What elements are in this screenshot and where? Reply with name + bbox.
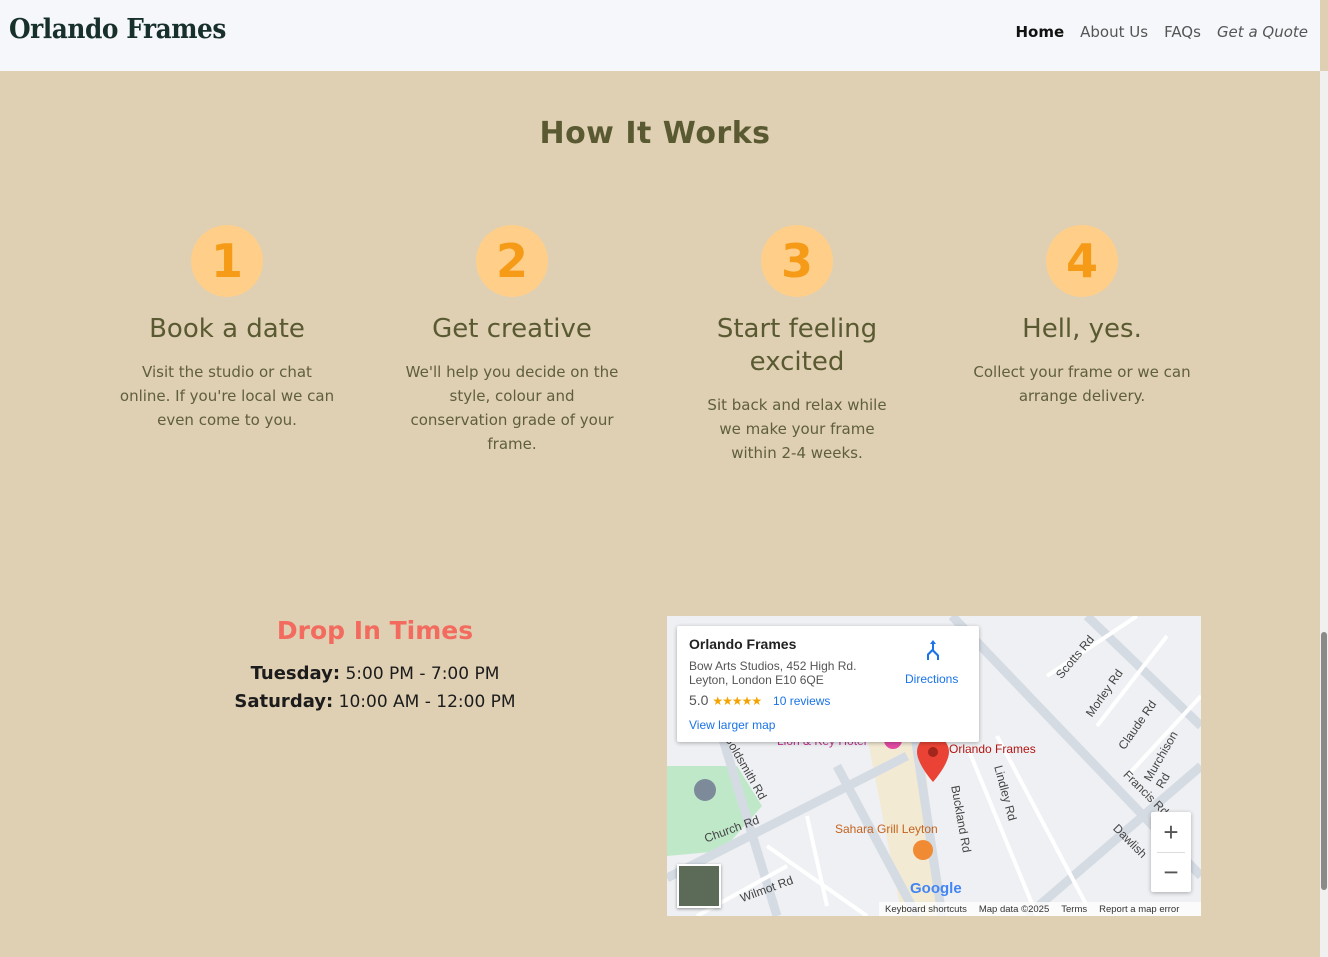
google-logo: Google — [910, 880, 962, 897]
zoom-out-button[interactable]: − — [1151, 852, 1191, 892]
map-label-pin[interactable]: Orlando Frames — [949, 742, 1036, 756]
step-text: Visit the studio or chat online. If you'… — [119, 363, 335, 429]
address-line-2: Leyton, London E10 6QE — [689, 673, 824, 687]
zoom-in-button[interactable]: + — [1151, 812, 1191, 852]
drop-in-row-saturday: Saturday: 10:00 AM - 12:00 PM — [200, 688, 550, 716]
drop-in-time: 10:00 AM - 12:00 PM — [338, 692, 516, 712]
site-logo[interactable]: Orlando Frames — [9, 14, 226, 45]
zoom-divider — [1157, 852, 1185, 853]
scrollbar-thumb[interactable] — [1321, 632, 1327, 890]
embedded-map[interactable]: Orlando Frames Sahara Grill Leyton Lion … — [667, 616, 1201, 916]
step-number-badge: 1 — [191, 225, 263, 297]
step-text: We'll help you decide on the style, colo… — [405, 363, 619, 453]
rating-stars-icon: ★★★★★ — [712, 694, 762, 708]
rating-value: 5.0 — [689, 692, 709, 708]
report-map-error-link[interactable]: Report a map error — [1099, 904, 1179, 915]
step-heading: Get creative — [432, 314, 592, 344]
map-zoom-control: + − — [1151, 812, 1191, 892]
step-heading: Book a date — [149, 314, 305, 344]
main-nav: Home About Us FAQs Get a Quote — [999, 23, 1308, 41]
drop-in-day: Tuesday: — [250, 663, 341, 684]
how-it-works-title: How It Works — [539, 116, 771, 151]
site-header: Orlando Frames Home About Us FAQs Get a … — [0, 0, 1320, 71]
satellite-view-toggle[interactable] — [677, 864, 721, 908]
step-2: 2 Get creative We'll help you decide on … — [392, 225, 632, 456]
step-3: 3 Start feeling excited Sit back and rel… — [677, 225, 917, 465]
place-address: Bow Arts Studios, 452 High Rd. Leyton, L… — [689, 659, 889, 687]
drop-in-times-list: Tuesday: 5:00 PM - 7:00 PM Saturday: 10:… — [200, 660, 550, 716]
step-number-badge: 4 — [1046, 225, 1118, 297]
drop-in-row-tuesday: Tuesday: 5:00 PM - 7:00 PM — [200, 660, 550, 688]
nav-get-a-quote[interactable]: Get a Quote — [1217, 23, 1308, 41]
view-larger-map-link[interactable]: View larger map — [689, 718, 775, 732]
address-line-1: Bow Arts Studios, 452 High Rd. — [689, 659, 857, 673]
step-number-badge: 2 — [476, 225, 548, 297]
map-footer: Keyboard shortcuts Map data ©2025 Terms … — [879, 902, 1201, 916]
step-number-badge: 3 — [761, 225, 833, 297]
step-text: Sit back and relax while we make your fr… — [707, 396, 887, 462]
terms-link[interactable]: Terms — [1061, 904, 1087, 915]
directions-link[interactable]: Directions — [905, 672, 958, 686]
directions-icon[interactable] — [921, 638, 945, 662]
drop-in-day: Saturday: — [234, 691, 334, 712]
place-info-card: Orlando Frames Bow Arts Studios, 452 Hig… — [677, 626, 979, 742]
nav-home[interactable]: Home — [1015, 23, 1064, 41]
drop-in-time: 5:00 PM - 7:00 PM — [345, 664, 500, 684]
place-name: Orlando Frames — [689, 636, 797, 652]
step-heading: Hell, yes. — [1022, 314, 1142, 344]
step-4: 4 Hell, yes. Collect your frame or we ca… — [962, 225, 1202, 408]
nav-faqs[interactable]: FAQs — [1164, 23, 1201, 41]
map-data-text: Map data ©2025 — [978, 903, 1050, 915]
nav-about-us[interactable]: About Us — [1080, 23, 1148, 41]
keyboard-shortcuts-link[interactable]: Keyboard shortcuts — [885, 904, 967, 915]
place-rating: 5.0 ★★★★★ 10 reviews — [689, 692, 830, 708]
reviews-link[interactable]: 10 reviews — [773, 694, 830, 708]
step-text: Collect your frame or we can arrange del… — [973, 363, 1191, 405]
step-1: 1 Book a date Visit the studio or chat o… — [107, 225, 347, 432]
map-label-sahara[interactable]: Sahara Grill Leyton — [835, 822, 938, 836]
step-heading: Start feeling excited — [716, 314, 878, 377]
drop-in-times-title: Drop In Times — [276, 616, 474, 645]
